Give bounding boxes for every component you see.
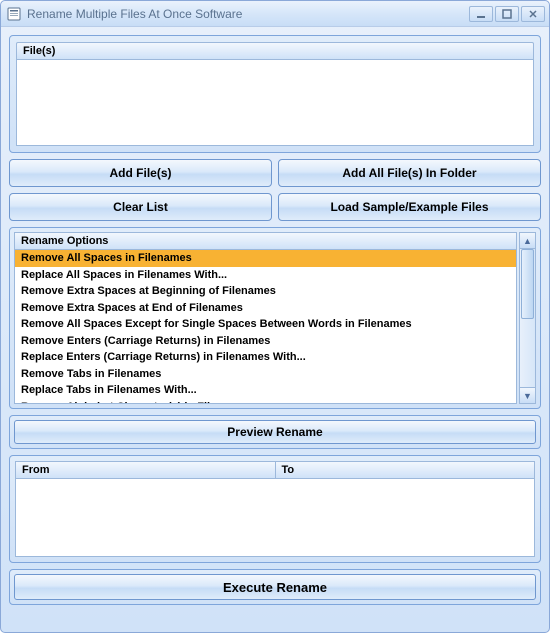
options-body: Remove All Spaces in FilenamesReplace Al…: [15, 250, 516, 403]
execute-rename-button[interactable]: Execute Rename: [14, 574, 536, 600]
option-item[interactable]: Remove Enters (Carriage Returns) in File…: [15, 333, 516, 350]
client-area: File(s) Add File(s) Add All File(s) In F…: [1, 27, 549, 632]
option-item[interactable]: Remove Extra Spaces at End of Filenames: [15, 300, 516, 317]
scroll-down-button[interactable]: ▼: [520, 387, 535, 403]
close-button[interactable]: [521, 6, 545, 22]
fromto-listbox[interactable]: [15, 479, 535, 557]
load-sample-button[interactable]: Load Sample/Example Files: [278, 193, 541, 221]
fromto-panel: From To: [9, 455, 541, 563]
options-list[interactable]: Rename Options Remove All Spaces in File…: [14, 232, 517, 404]
minimize-button[interactable]: [469, 6, 493, 22]
scroll-up-button[interactable]: ▲: [520, 233, 535, 249]
from-header: From: [15, 461, 276, 479]
scroll-track[interactable]: [520, 249, 535, 387]
files-header: File(s): [16, 42, 534, 60]
button-row-1: Add File(s) Add All File(s) In Folder: [9, 159, 541, 187]
option-item[interactable]: Replace Enters (Carriage Returns) in Fil…: [15, 349, 516, 366]
files-panel: File(s): [9, 35, 541, 153]
option-item[interactable]: Replace All Spaces in Filenames With...: [15, 267, 516, 284]
to-header: To: [276, 461, 536, 479]
execute-panel: Execute Rename: [9, 569, 541, 605]
option-item[interactable]: Remove All Spaces in Filenames: [15, 250, 516, 267]
option-item[interactable]: Remove Extra Spaces at Beginning of File…: [15, 283, 516, 300]
option-item[interactable]: Remove Tabs in Filenames: [15, 366, 516, 383]
preview-panel: Preview Rename: [9, 415, 541, 449]
clear-list-button[interactable]: Clear List: [9, 193, 272, 221]
window-title: Rename Multiple Files At Once Software: [27, 7, 467, 21]
option-item[interactable]: Remove Alphabet Character(s) in Filename…: [15, 399, 516, 404]
button-row-2: Clear List Load Sample/Example Files: [9, 193, 541, 221]
files-listbox[interactable]: [16, 60, 534, 146]
option-item[interactable]: Remove All Spaces Except for Single Spac…: [15, 316, 516, 333]
maximize-button[interactable]: [495, 6, 519, 22]
titlebar: Rename Multiple Files At Once Software: [1, 1, 549, 27]
option-item[interactable]: Replace Tabs in Filenames With...: [15, 382, 516, 399]
add-folder-button[interactable]: Add All File(s) In Folder: [278, 159, 541, 187]
options-header: Rename Options: [15, 233, 516, 250]
app-icon: [7, 7, 21, 21]
add-files-button[interactable]: Add File(s): [9, 159, 272, 187]
scroll-thumb[interactable]: [521, 249, 534, 319]
app-window: Rename Multiple Files At Once Software F…: [0, 0, 550, 633]
fromto-header: From To: [15, 461, 535, 479]
preview-rename-button[interactable]: Preview Rename: [14, 420, 536, 444]
options-panel: Rename Options Remove All Spaces in File…: [9, 227, 541, 409]
options-scrollbar[interactable]: ▲ ▼: [519, 232, 536, 404]
